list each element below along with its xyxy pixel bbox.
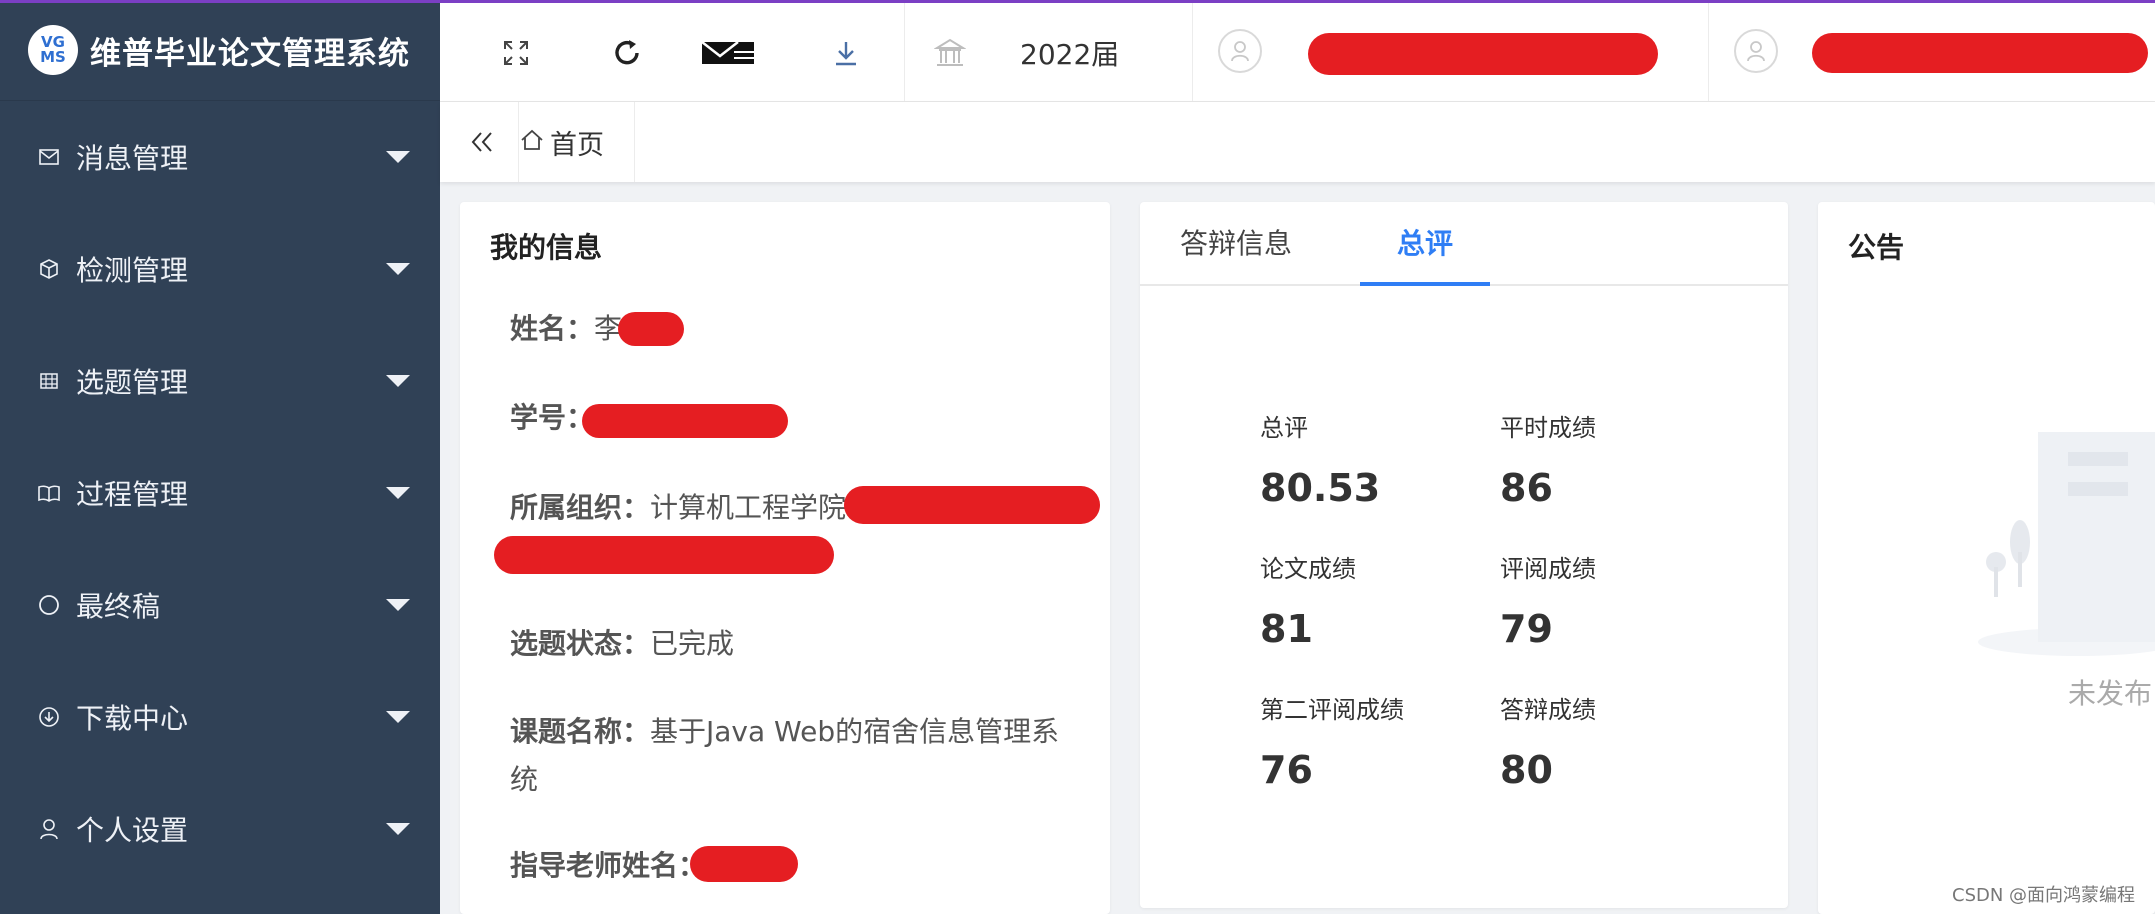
sidebar: VG MS 维普毕业论文管理系统 消息管理 检测管理 选题管理 过程管理 最终稿… [0,0,440,914]
card-title: 我的信息 [490,231,603,264]
score-label: 答辩成绩 [1500,696,1596,724]
info-topic-name-continued: 统 [510,763,539,796]
top-accent-line [0,0,2155,3]
sidebar-item-label: 个人设置 [76,814,189,847]
top-header: 2022届 [440,3,2155,102]
mail-icon [38,146,60,168]
tag-divider [518,102,519,182]
header-divider [1192,3,1193,101]
sidebar-item-final-draft[interactable]: 最终稿 [0,549,440,661]
sidebar-item-label: 检测管理 [76,254,189,287]
score-value: 86 [1500,466,1553,510]
brand[interactable]: VG MS 维普毕业论文管理系统 [0,0,440,101]
sidebar-item-label: 下载中心 [76,702,189,735]
sidebar-item-download-center[interactable]: 下载中心 [0,661,440,773]
score-label: 总评 [1260,414,1308,442]
empty-state-illustration-icon [1968,402,2155,662]
user-avatar-icon[interactable] [1218,29,1262,73]
redacted-organization [494,536,834,574]
score-label: 第二评阅成绩 [1260,696,1404,724]
sidebar-item-topic-selection[interactable]: 选题管理 [0,325,440,437]
tab-defense-info[interactable]: 答辩信息 [1180,222,1292,262]
fullscreen-icon[interactable] [496,33,536,73]
score-value: 81 [1260,607,1313,651]
sidebar-item-label: 选题管理 [76,366,189,399]
refresh-icon[interactable] [607,33,647,73]
scores-card: 答辩信息 总评 总评 80.53 平时成绩 86 论文成绩 81 评阅成绩 79… [1140,202,1788,908]
score-value: 80 [1500,748,1553,792]
download-icon[interactable] [826,33,866,73]
info-topic-name: 课题名称：基于Java Web的宿舍信息管理系 [510,715,1060,748]
download-circle-icon [38,706,60,728]
redacted-student-id [582,404,788,438]
sidebar-item-messages[interactable]: 消息管理 [0,101,440,213]
tab-overall[interactable]: 总评 [1397,222,1453,262]
header-divider [1708,3,1709,101]
empty-state-text: 未发布 [2068,677,2153,710]
chevron-down-icon [386,711,410,723]
chevron-down-icon [386,375,410,387]
sidebar-item-personal-settings[interactable]: 个人设置 [0,773,440,885]
redacted-user-name [1308,33,1658,75]
cube-icon [38,258,60,280]
message-envelope-icon[interactable] [698,33,758,73]
user-icon [38,818,60,840]
my-info-card: 我的信息 姓名：李 学号： 所属组织：计算机工程学院 选题状态：已完成 课题名称… [460,202,1110,914]
redacted-name [618,312,684,346]
sidebar-item-label: 消息管理 [76,142,189,175]
active-tab-indicator [1360,282,1490,286]
institution-icon [930,33,970,73]
score-label: 评阅成绩 [1500,555,1596,583]
grid-icon [38,370,60,392]
chevron-down-icon [386,599,410,611]
collapse-sidebar-icon[interactable] [464,124,500,160]
chevron-down-icon [386,823,410,835]
chevron-down-icon [386,263,410,275]
brand-logo: VG MS [28,25,78,75]
header-divider [904,3,905,101]
redacted-organization [844,486,1100,524]
redacted-advisor [690,846,798,882]
info-organization: 所属组织：计算机工程学院 [510,491,847,524]
announcement-card: 公告 未发布 [1818,202,2155,914]
sidebar-item-label: 最终稿 [76,590,161,623]
score-value: 76 [1260,748,1313,792]
watermark: CSDN @面向鸿蒙编程 [1952,885,2136,906]
user-avatar-icon[interactable] [1734,29,1778,73]
redacted-user-role [1812,33,2148,73]
sidebar-item-detection[interactable]: 检测管理 [0,213,440,325]
scores-tabs: 答辩信息 总评 [1140,202,1788,286]
chevron-down-icon [386,151,410,163]
score-label: 平时成绩 [1500,414,1596,442]
info-name: 姓名：李 [510,312,623,345]
info-advisor: 指导老师姓名： [510,849,707,882]
chevron-down-icon [386,487,410,499]
tags-bar: 首页 [440,102,2155,182]
info-topic-status: 选题状态：已完成 [510,627,735,660]
circle-icon [38,594,60,616]
book-icon [38,482,60,504]
tab-home[interactable]: 首页 [520,122,604,162]
graduation-year[interactable]: 2022届 [1020,33,1119,73]
score-value: 80.53 [1260,466,1381,510]
sidebar-item-label: 过程管理 [76,478,189,511]
card-title: 公告 [1848,231,1905,264]
score-label: 论文成绩 [1260,555,1356,583]
score-value: 79 [1500,607,1553,651]
app-title: 维普毕业论文管理系统 [90,35,410,72]
tag-divider [634,102,635,182]
sidebar-item-process[interactable]: 过程管理 [0,437,440,549]
home-icon [520,127,544,158]
